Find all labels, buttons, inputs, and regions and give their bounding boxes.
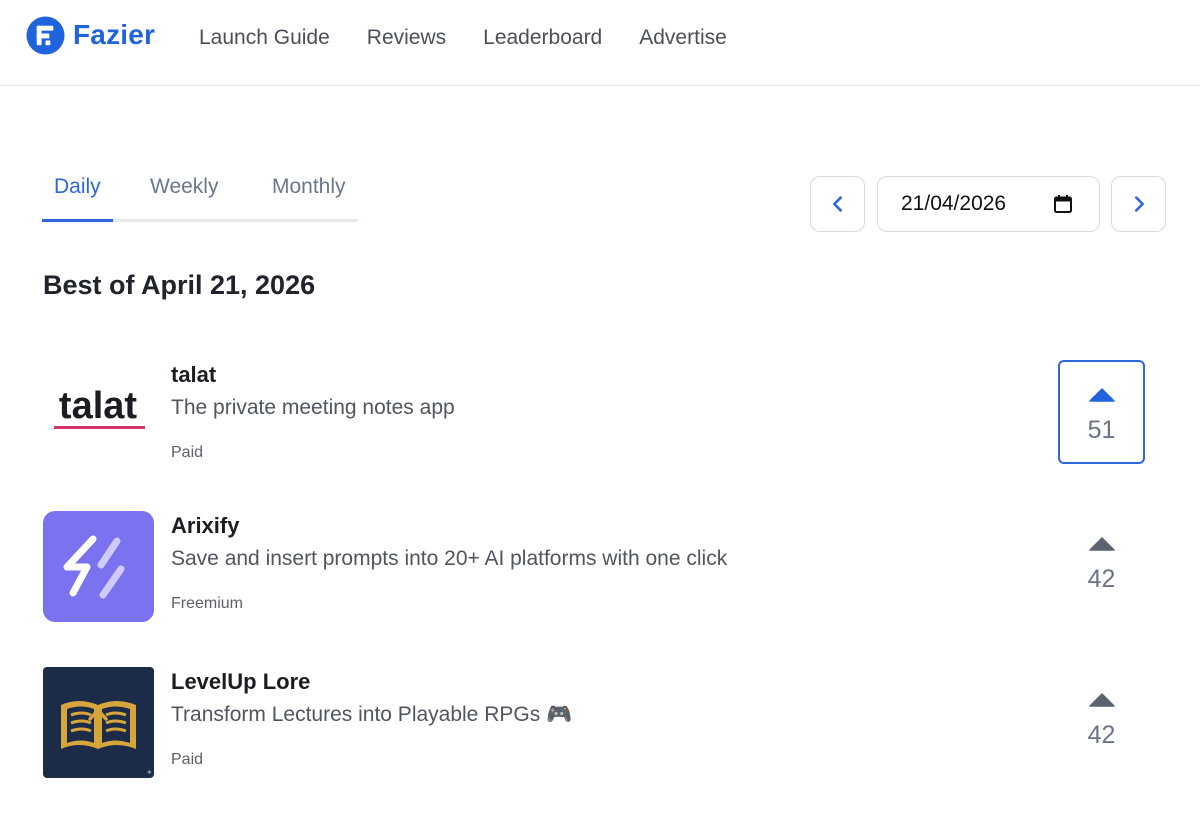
section-title: Best of April 21, 2026 [43,270,316,300]
fazier-logo-icon [26,15,65,55]
product-logo-levelup-lore: ✦ [43,667,154,778]
upvote-button[interactable]: 42 [1058,667,1145,771]
upvote-arrow-icon [1088,693,1115,707]
product-row[interactable]: ✦ LevelUp Lore Transform Lectures into P… [43,667,1153,779]
period-tabs: Daily Weekly Monthly [42,172,358,222]
upvote-arrow-icon [1088,537,1115,551]
nav-leaderboard[interactable]: Leaderboard [483,26,602,50]
product-name[interactable]: talat [171,362,216,388]
product-row[interactable]: Arixify Save and insert prompts into 20+… [43,511,1153,623]
brand-name: Fazier [73,19,156,50]
pricing-badge: Freemium [171,595,244,612]
product-row[interactable]: talat talat The private meeting notes ap… [43,360,1153,472]
chevron-right-icon [1134,196,1144,212]
product-name[interactable]: Arixify [171,513,239,539]
brand-logo-link[interactable]: Fazier [26,15,155,55]
date-picker-input[interactable]: 21/04/2026 [877,176,1100,232]
calendar-icon[interactable] [1053,194,1073,214]
date-value: 21/04/2026 [901,192,1007,215]
product-description: The private meeting notes app [171,396,455,419]
tab-weekly[interactable]: Weekly [138,172,230,219]
product-name[interactable]: LevelUp Lore [171,669,310,695]
next-day-button[interactable] [1111,176,1166,232]
product-description: Save and insert prompts into 20+ AI plat… [171,547,728,570]
top-navigation-bar: Fazier Launch Guide Reviews Leaderboard … [0,0,1200,86]
product-logo-arixify [43,511,154,622]
nav-launch-guide[interactable]: Launch Guide [199,26,330,50]
vote-count: 51 [1087,416,1116,444]
svg-text:✦: ✦ [146,768,153,777]
vote-count: 42 [1087,721,1116,749]
pricing-badge: Paid [171,444,204,461]
tab-monthly[interactable]: Monthly [260,172,358,219]
product-description: Transform Lectures into Playable RPGs 🎮 [171,703,573,726]
chevron-left-icon [832,196,842,212]
upvote-button[interactable]: 42 [1058,511,1145,615]
vote-count: 42 [1087,565,1116,593]
previous-day-button[interactable] [810,176,865,232]
upvote-arrow-icon [1088,388,1115,402]
open-book-icon: ✦ [61,701,153,777]
upvote-button[interactable]: 51 [1058,360,1145,464]
pricing-badge: Paid [171,751,204,768]
talat-logo-icon: talat [54,385,145,429]
tab-daily[interactable]: Daily [42,172,113,222]
arixify-logo-icon [63,535,125,599]
main-nav: Launch Guide Reviews Leaderboard Adverti… [199,26,727,50]
nav-advertise[interactable]: Advertise [639,26,727,50]
nav-reviews[interactable]: Reviews [367,26,446,50]
product-logo-talat: talat [43,360,154,471]
svg-text:talat: talat [59,385,137,427]
